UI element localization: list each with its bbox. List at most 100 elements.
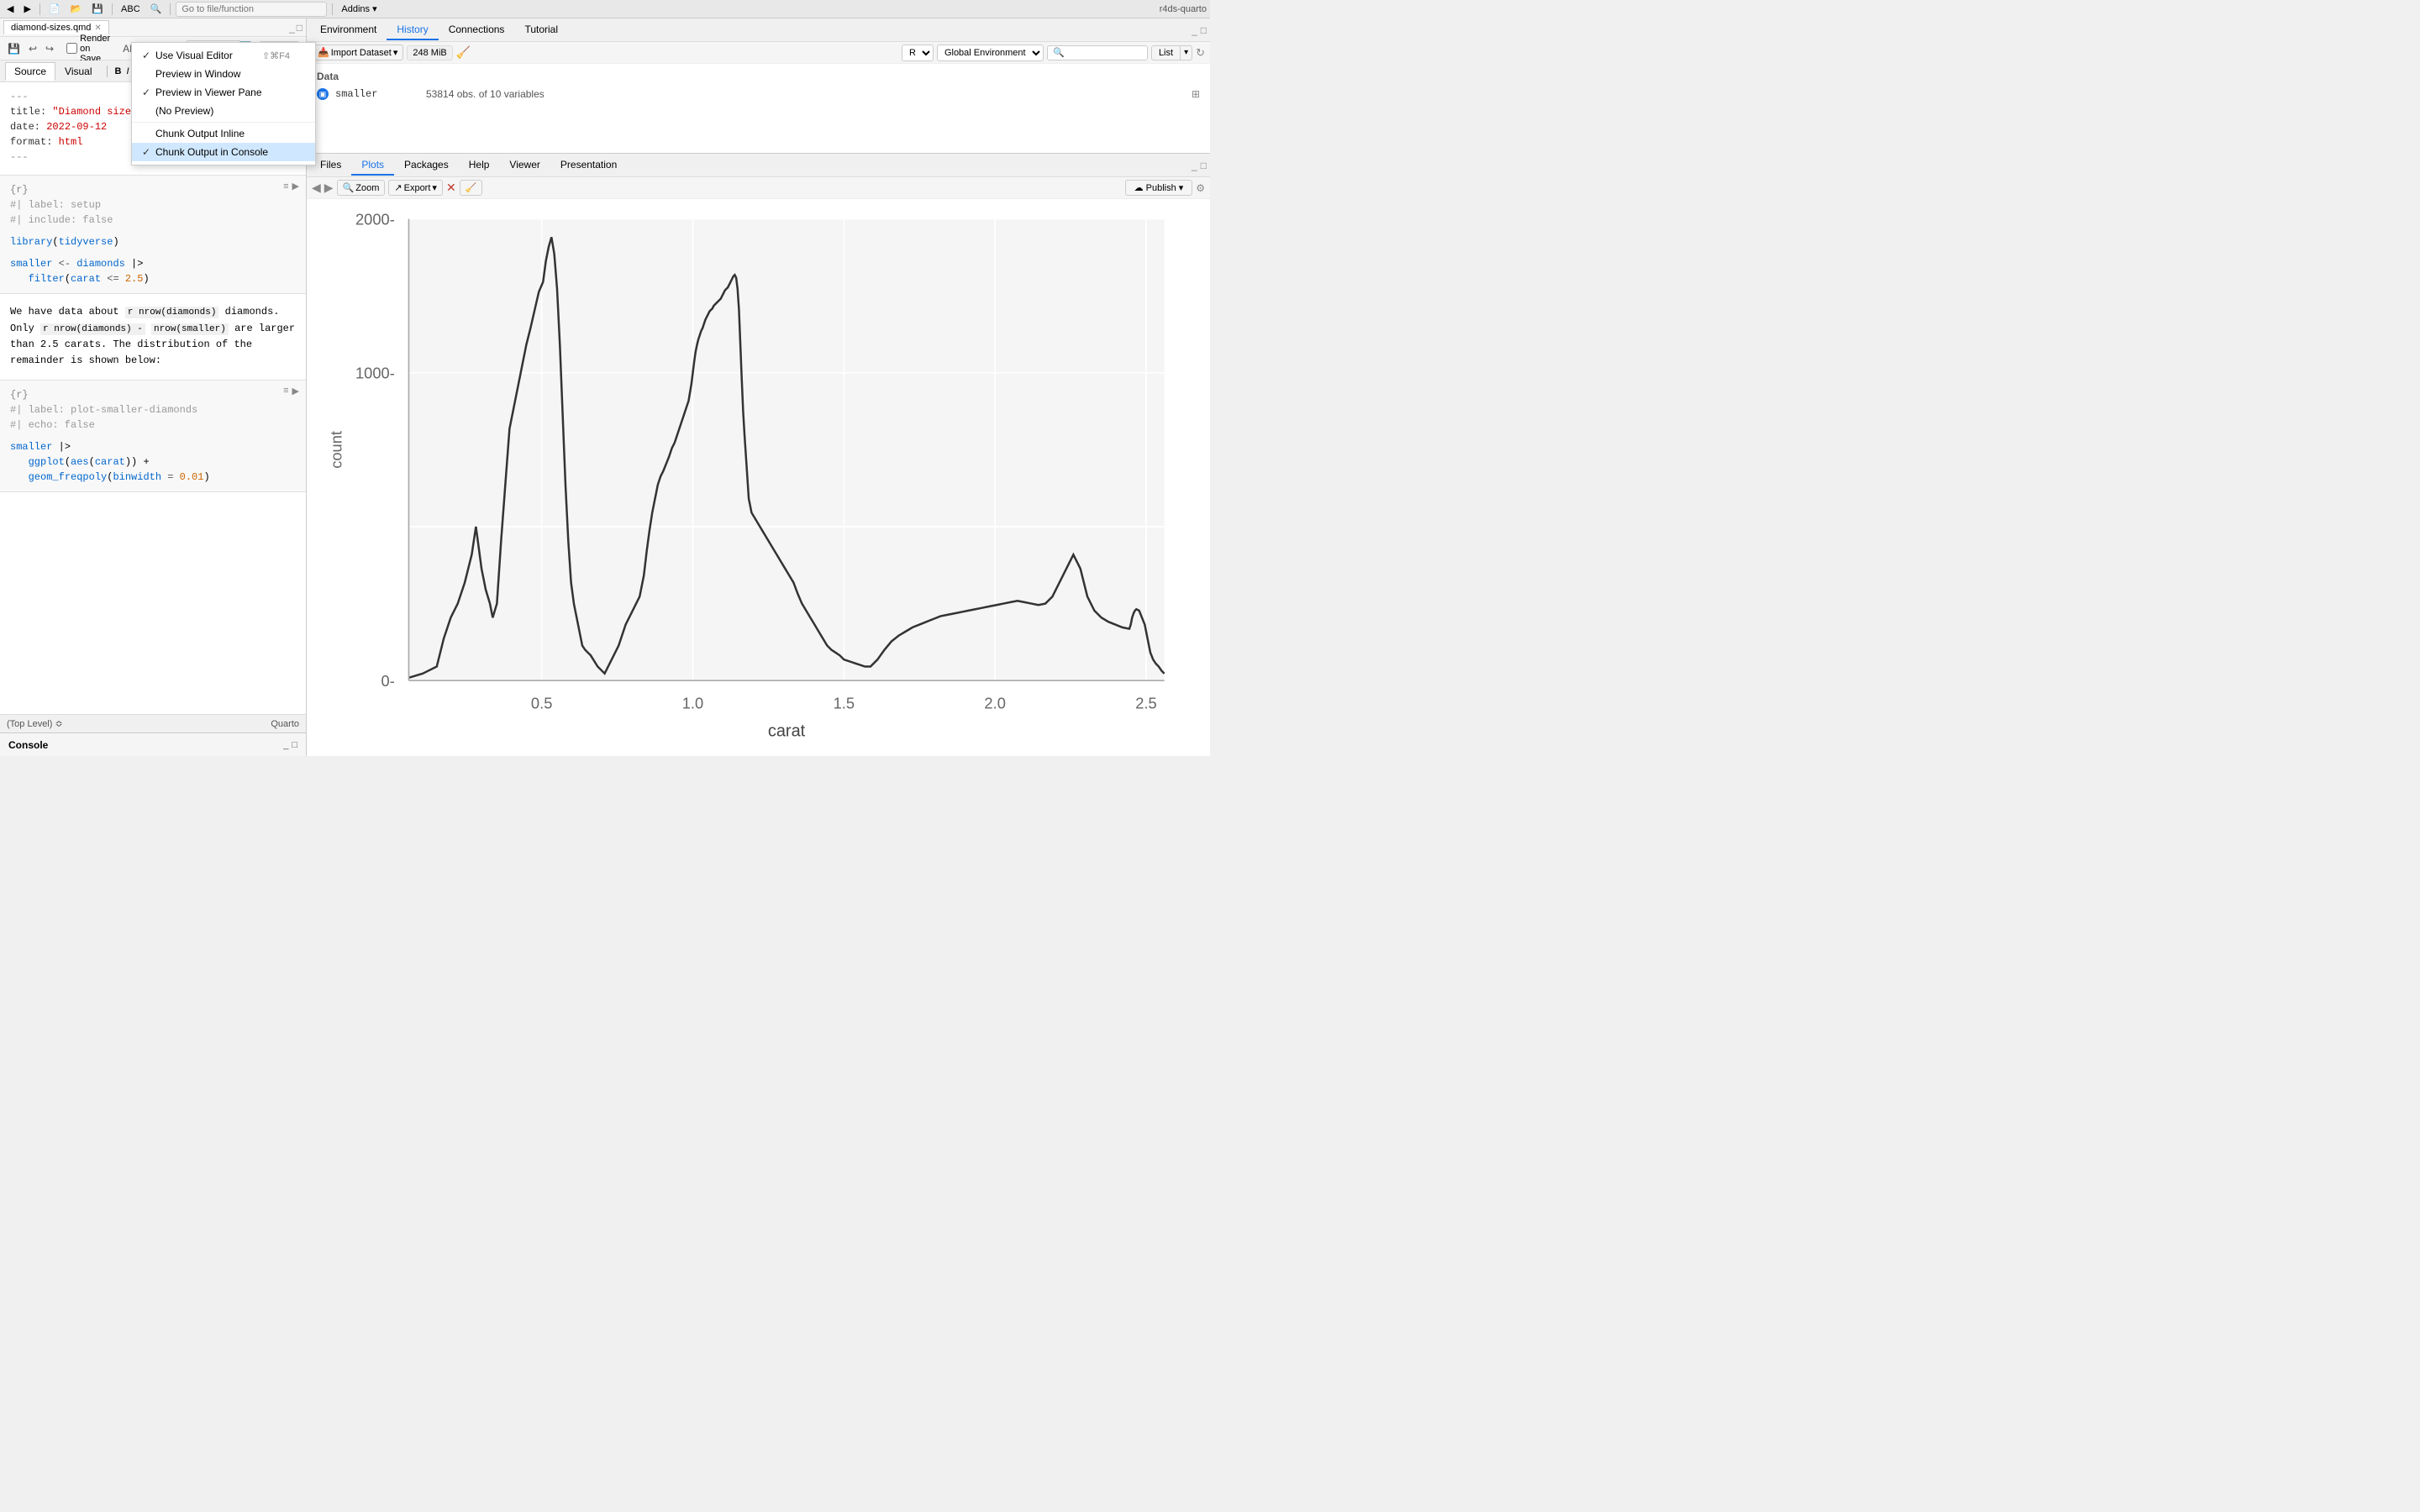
tab-help[interactable]: Help: [459, 155, 500, 176]
plot-settings-btn[interactable]: ⚙: [1196, 182, 1205, 194]
tab-close-icon[interactable]: ✕: [94, 24, 101, 33]
tab-packages[interactable]: Packages: [394, 155, 459, 176]
visual-tab[interactable]: Visual: [55, 62, 101, 81]
publish-btn[interactable]: ☁ Publish ▾: [1125, 180, 1193, 196]
dropdown-no-preview[interactable]: (No Preview): [132, 102, 315, 120]
addins-btn[interactable]: Addins ▾: [338, 3, 380, 15]
top-right-minimize[interactable]: _: [1192, 24, 1197, 36]
export-btn[interactable]: ↗ Export ▾: [388, 180, 443, 196]
refresh-env-btn[interactable]: ↻: [1196, 46, 1205, 60]
x-axis-title: carat: [768, 722, 806, 741]
memory-badge: 248 MiB: [407, 45, 452, 60]
render-dropdown-menu: ✓ Use Visual Editor ⇧⌘F4 Preview in Wind…: [131, 42, 316, 165]
check-use-visual: ✓: [142, 50, 155, 61]
import-dataset-btn[interactable]: 📥 Import Dataset ▾: [312, 45, 403, 60]
frequency-polygon-chart: 0- 1000- 2000- count 0.5 1.0 1.5 2.0 2.5: [316, 205, 1202, 750]
console-bar: Console _ □: [0, 732, 306, 756]
editor-status-left: (Top Level) ≎: [7, 718, 63, 729]
save-file-btn[interactable]: 💾: [5, 42, 23, 55]
tab-history[interactable]: History: [387, 20, 438, 40]
bold-btn[interactable]: B: [113, 66, 124, 77]
tab-viewer[interactable]: Viewer: [499, 155, 550, 176]
tab-environment[interactable]: Environment: [310, 20, 387, 40]
chunk2-settings-btn[interactable]: ≡: [283, 386, 288, 396]
x-label-25: 2.5: [1135, 694, 1156, 711]
sep1: [39, 3, 40, 15]
x-label-10: 1.0: [682, 694, 703, 711]
view-data-btn[interactable]: ⊞: [1192, 88, 1200, 100]
chunk1-toolbar: ≡ ▶: [283, 181, 299, 192]
dropdown-chunk-console[interactable]: ✓ Chunk Output in Console: [132, 143, 315, 161]
variable-name[interactable]: smaller: [335, 88, 419, 100]
x-label-15: 1.5: [833, 694, 854, 711]
check-preview-viewer: ✓: [142, 87, 155, 98]
import-icon: 📥: [318, 47, 329, 58]
console-maximize-btn[interactable]: □: [292, 740, 297, 750]
plot-next-btn[interactable]: ▶: [324, 181, 334, 195]
dropdown-preview-viewer[interactable]: ✓ Preview in Viewer Pane: [132, 83, 315, 102]
render-on-save-checkbox[interactable]: [66, 43, 77, 54]
save-btn[interactable]: 💾: [88, 3, 107, 15]
dropdown-use-visual-editor[interactable]: ✓ Use Visual Editor ⇧⌘F4: [132, 46, 315, 65]
tab-connections[interactable]: Connections: [439, 20, 515, 40]
global-env-select[interactable]: Global Environment: [937, 45, 1044, 61]
bottom-right-win-btns: _ □: [1192, 160, 1207, 171]
app-container: ◀ ▶ 📄 📂 💾 ABC 🔍 Addins ▾ r4ds-quarto dia…: [0, 0, 1210, 756]
source-tab[interactable]: Source: [5, 62, 55, 81]
data-icon: ▣: [317, 88, 329, 100]
tab-plots[interactable]: Plots: [351, 155, 394, 176]
chunk1-settings-btn[interactable]: ≡: [283, 181, 288, 192]
clean-env-btn[interactable]: 🧹: [456, 45, 471, 60]
editor-status-bar: (Top Level) ≎ Quarto: [0, 714, 306, 732]
back-btn[interactable]: ◀: [3, 3, 17, 15]
chunk2-toolbar: ≡ ▶: [283, 386, 299, 396]
plot-prev-btn[interactable]: ◀: [312, 181, 321, 195]
top-right-win-btns: _ □: [1192, 24, 1207, 36]
dropdown-chunk-inline[interactable]: Chunk Output Inline: [132, 124, 315, 143]
tab-files[interactable]: Files: [310, 155, 351, 176]
env-search[interactable]: [1047, 45, 1148, 60]
bottom-right-minimize[interactable]: _: [1192, 160, 1197, 171]
bottom-right-panel: Files Plots Packages Help Viewer Present…: [307, 154, 1210, 756]
redo-btn[interactable]: ↪: [43, 42, 56, 55]
y-label-1000: 1000-: [355, 364, 395, 381]
undo-btn[interactable]: ↩: [26, 42, 39, 55]
top-toolbar: ◀ ▶ 📄 📂 💾 ABC 🔍 Addins ▾ r4ds-quarto: [0, 0, 1210, 18]
spell-check-btn[interactable]: ABC: [118, 3, 144, 15]
list-view-group: List ▾: [1151, 45, 1192, 60]
prose-block: We have data about r nrow(diamonds) diam…: [0, 297, 306, 376]
render-on-save-label: Render on Save: [66, 34, 110, 64]
tab-presentation[interactable]: Presentation: [550, 155, 627, 176]
console-minimize-btn[interactable]: _: [283, 740, 288, 750]
top-right-maximize[interactable]: □: [1201, 24, 1207, 36]
delete-plot-btn[interactable]: ✕: [446, 181, 456, 195]
find-btn[interactable]: 🔍: [147, 3, 166, 15]
dropdown-preview-window[interactable]: Preview in Window: [132, 65, 315, 83]
forward-btn[interactable]: ▶: [20, 3, 34, 15]
bottom-right-maximize[interactable]: □: [1201, 160, 1207, 171]
new-file-btn[interactable]: 📄: [45, 3, 64, 15]
r-select[interactable]: R: [902, 45, 934, 61]
clear-plots-btn[interactable]: 🧹: [460, 180, 483, 196]
go-to-file-input[interactable]: [176, 2, 327, 17]
y-axis-title: count: [327, 431, 345, 469]
right-pane: Environment History Connections Tutorial…: [307, 18, 1210, 756]
chunk2-run-btn[interactable]: ▶: [292, 386, 299, 396]
chunk1-run-btn[interactable]: ▶: [292, 181, 299, 192]
open-file-btn[interactable]: 📂: [67, 3, 86, 15]
env-panel-tabs: Environment History Connections Tutorial…: [307, 18, 1210, 42]
editor-window-btns: _ □: [289, 22, 302, 34]
publish-arrow-icon: ▾: [1179, 182, 1184, 193]
data-section-title: Data: [317, 71, 1200, 82]
zoom-btn[interactable]: 🔍 Zoom: [337, 180, 386, 196]
x-label-20: 2.0: [984, 694, 1005, 711]
check-chunk-console: ✓: [142, 146, 155, 158]
editor-minimize-btn[interactable]: _: [289, 22, 295, 34]
list-view-btn[interactable]: List: [1151, 45, 1181, 60]
editor-maximize-btn[interactable]: □: [297, 22, 302, 34]
zoom-icon: 🔍: [343, 182, 355, 193]
list-dropdown-btn[interactable]: ▾: [1181, 45, 1192, 60]
editor-tab[interactable]: diamond-sizes.qmd ✕: [3, 20, 109, 34]
tab-tutorial[interactable]: Tutorial: [514, 20, 568, 40]
editor-content: --- title: "Diamond sizes" date: 2022-09…: [0, 82, 306, 714]
